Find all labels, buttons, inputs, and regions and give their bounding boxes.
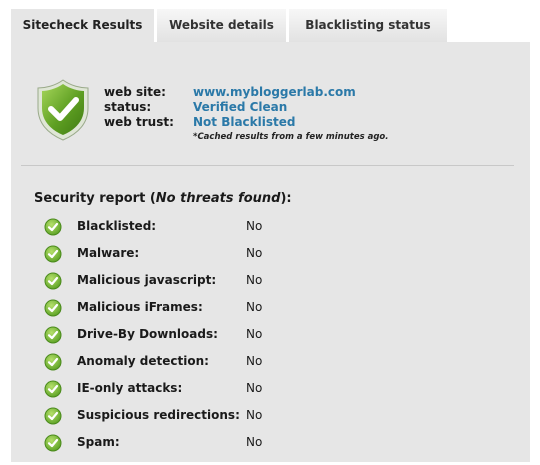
- check-circle-icon: [44, 380, 62, 398]
- trust-link-text[interactable]: Not Blacklisted: [193, 115, 296, 129]
- status-link[interactable]: Verified Clean: [193, 100, 287, 115]
- list-item: Malicious iFrames: No: [44, 297, 364, 324]
- item-name: Malware:: [77, 246, 140, 260]
- security-report-title: Security report (No threats found):: [34, 191, 292, 206]
- item-result: No: [246, 246, 263, 260]
- list-item: Suspicious redirections: No: [44, 405, 364, 432]
- title-suffix: ):: [280, 191, 292, 206]
- item-name: IE-only attacks:: [77, 381, 183, 395]
- item-result: No: [246, 408, 263, 422]
- title-prefix: Security report (: [34, 191, 156, 206]
- check-circle-icon: [44, 326, 62, 344]
- check-circle-icon: [44, 299, 62, 317]
- divider: [21, 165, 514, 166]
- status-label: status:: [104, 100, 152, 114]
- item-name: Drive-By Downloads:: [77, 327, 218, 341]
- check-circle-icon: [44, 407, 62, 425]
- trust-link[interactable]: Not Blacklisted: [193, 115, 296, 130]
- results-panel: web site: www.mybloggerlab.com status: V…: [11, 42, 530, 462]
- shield-check-icon: [37, 79, 89, 141]
- item-name: Anomaly detection:: [77, 354, 209, 368]
- item-result: No: [246, 219, 263, 233]
- list-item: Drive-By Downloads: No: [44, 324, 364, 351]
- list-item: Anomaly detection: No: [44, 351, 364, 378]
- tab-sitecheck-results[interactable]: Sitecheck Results: [11, 9, 154, 43]
- status-link-text[interactable]: Verified Clean: [193, 100, 287, 114]
- item-name: Malicious javascript:: [77, 273, 217, 287]
- list-item: Spam: No: [44, 432, 364, 459]
- tab-blacklisting-status[interactable]: Blacklisting status: [289, 9, 447, 42]
- item-result: No: [246, 381, 263, 395]
- list-item: Malware: No: [44, 243, 364, 270]
- website-label: web site:: [104, 85, 166, 99]
- item-result: No: [246, 354, 263, 368]
- item-result: No: [246, 273, 263, 287]
- list-item: Malicious javascript: No: [44, 270, 364, 297]
- item-name: Spam:: [77, 435, 120, 449]
- trust-label: web trust:: [104, 115, 174, 129]
- check-circle-icon: [44, 353, 62, 371]
- item-name: Blacklisted:: [77, 219, 157, 233]
- item-result: No: [246, 435, 263, 449]
- item-result: No: [246, 327, 263, 341]
- list-item: Blacklisted: No: [44, 216, 364, 243]
- website-link-text[interactable]: www.mybloggerlab.com: [193, 85, 356, 99]
- security-report-list: Blacklisted: No Malware: No Malicious java…: [44, 216, 364, 459]
- check-circle-icon: [44, 245, 62, 263]
- list-item: IE-only attacks: No: [44, 378, 364, 405]
- item-name: Malicious iFrames:: [77, 300, 203, 314]
- website-link[interactable]: www.mybloggerlab.com: [193, 85, 356, 100]
- check-circle-icon: [44, 434, 62, 452]
- title-emphasis: No threats found: [155, 191, 281, 206]
- cache-note: *Cached results from a few minutes ago.: [193, 132, 389, 142]
- check-circle-icon: [44, 272, 62, 290]
- tab-website-details[interactable]: Website details: [157, 9, 286, 42]
- check-circle-icon: [44, 218, 62, 236]
- item-name: Suspicious redirections:: [77, 408, 240, 422]
- item-result: No: [246, 300, 263, 314]
